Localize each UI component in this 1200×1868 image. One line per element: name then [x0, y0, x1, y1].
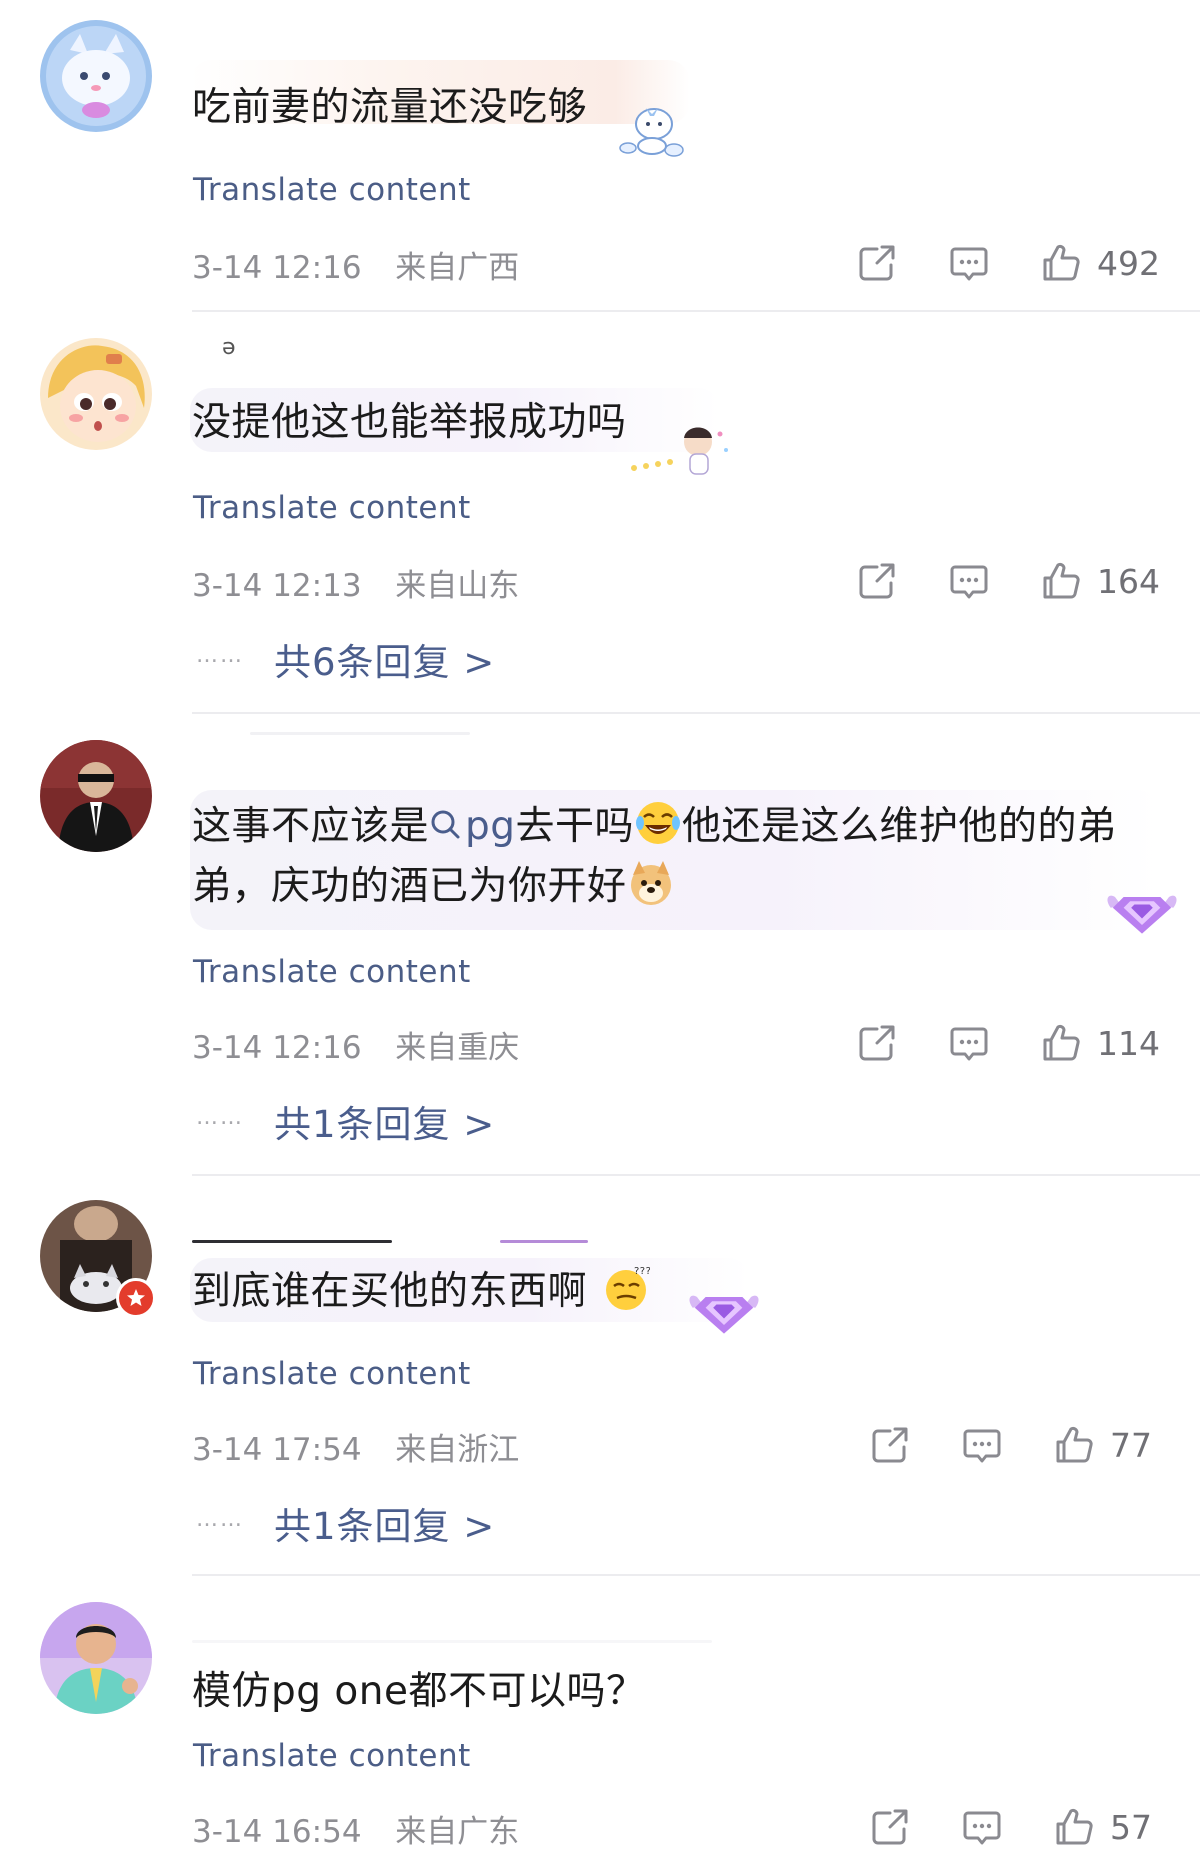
view-replies[interactable]: …… 共6条回复 > [196, 632, 495, 686]
man-photo-avatar-icon [40, 1602, 152, 1714]
comment-text: 模仿pg one都不可以吗？ [192, 1669, 646, 1714]
diamond-badge-icon [1104, 884, 1180, 938]
translate-link[interactable]: Translate content [193, 1738, 471, 1774]
svg-text:???: ??? [634, 1266, 650, 1277]
timestamp: 3-14 16:54 [192, 1814, 362, 1850]
divider [192, 1174, 1200, 1176]
timestamp: 3-14 12:16 [192, 1030, 362, 1066]
comment-meta: 3-14 12:13 来自山东 [192, 560, 519, 605]
like-count: 164 [1097, 561, 1160, 601]
like-count: 114 [1097, 1023, 1160, 1063]
username-faint [192, 1240, 392, 1243]
search-icon [431, 810, 460, 839]
cartoon-bunny-avatar-icon [40, 20, 152, 132]
comment-icon[interactable] [947, 559, 991, 603]
search-term-link[interactable]: pg [465, 804, 516, 849]
like-count: 57 [1110, 1807, 1152, 1847]
man-in-suit-avatar-icon [40, 740, 152, 852]
comment-icon[interactable] [960, 1805, 1004, 1849]
username-faint [500, 1240, 588, 1243]
comment-text: 这事不应该是 pg去干吗 他还是这么维护他的的弟弟，庆功的酒已为你开好 [192, 797, 1142, 917]
like-icon[interactable] [1052, 1805, 1096, 1849]
comment-text: 没提他这也能举报成功吗 [192, 400, 627, 445]
laughing-tears-emoji-icon [636, 802, 681, 844]
share-icon[interactable] [868, 1423, 912, 1467]
like-icon[interactable] [1052, 1423, 1096, 1467]
comment-meta: 3-14 12:16 来自广西 [192, 242, 519, 287]
reply-dots: …… [196, 1506, 244, 1532]
location: 来自广东 [395, 1814, 520, 1850]
comment-actions: 164 [807, 556, 1160, 606]
location: 来自广西 [395, 250, 520, 286]
like-icon[interactable] [1039, 1021, 1083, 1065]
translate-link[interactable]: Translate content [193, 490, 471, 526]
comment-text: 吃前妻的流量还没吃够 [192, 85, 588, 130]
username-faint [250, 732, 470, 735]
view-replies-link[interactable]: 共1条回复 > [274, 1094, 495, 1148]
comment-text: 到底谁在买他的东西啊 ??? [192, 1266, 650, 1314]
like-count: 492 [1097, 243, 1160, 283]
share-icon[interactable] [868, 1805, 912, 1849]
share-icon[interactable] [855, 1021, 899, 1065]
like-icon[interactable] [1039, 559, 1083, 603]
bubble-decoration-icon [610, 100, 690, 160]
comment-icon[interactable] [947, 1021, 991, 1065]
comment-actions: 492 [807, 238, 1160, 288]
thinking-emoji-icon: ??? [605, 1266, 650, 1310]
translate-link[interactable]: Translate content [193, 172, 471, 208]
timestamp: 3-14 12:16 [192, 250, 362, 286]
view-replies[interactable]: …… 共1条回复 > [196, 1094, 495, 1148]
doge-emoji-icon [630, 861, 671, 905]
view-replies[interactable]: …… 共1条回复 > [196, 1496, 495, 1550]
comment-actions: 57 [820, 1802, 1160, 1852]
reply-dots: …… [196, 642, 244, 668]
timestamp: 3-14 17:54 [192, 1432, 362, 1468]
comment-meta: 3-14 17:54 来自浙江 [192, 1424, 519, 1469]
username-faint [192, 1640, 712, 1643]
comment-icon[interactable] [947, 241, 991, 285]
divider [192, 712, 1200, 714]
location: 来自山东 [395, 568, 520, 604]
cartoon-girl-avatar-icon [40, 338, 152, 450]
location: 来自浙江 [395, 1432, 520, 1468]
comment-actions: 77 [820, 1420, 1160, 1470]
avatar[interactable] [40, 338, 152, 450]
location: 来自重庆 [395, 1030, 520, 1066]
divider [192, 1574, 1200, 1576]
share-icon[interactable] [855, 241, 899, 285]
avatar[interactable] [40, 1602, 152, 1714]
diamond-badge-icon [686, 1284, 762, 1338]
verified-badge-icon [116, 1278, 156, 1318]
translate-link[interactable]: Translate content [193, 1356, 471, 1392]
avatar[interactable] [40, 740, 152, 852]
comment-icon[interactable] [960, 1423, 1004, 1467]
username-faint: ə [222, 335, 236, 360]
share-icon[interactable] [855, 559, 899, 603]
comment-meta: 3-14 16:54 来自广东 [192, 1806, 519, 1851]
reply-dots: …… [196, 1104, 244, 1130]
timestamp: 3-14 12:13 [192, 568, 362, 604]
like-icon[interactable] [1039, 241, 1083, 285]
comment-actions: 114 [807, 1018, 1160, 1068]
avatar[interactable] [40, 20, 152, 132]
view-replies-link[interactable]: 共1条回复 > [274, 1496, 495, 1550]
view-replies-link[interactable]: 共6条回复 > [274, 632, 495, 686]
comment-meta: 3-14 12:16 来自重庆 [192, 1022, 519, 1067]
like-count: 77 [1110, 1425, 1152, 1465]
divider [192, 310, 1200, 312]
bubble-decoration-icon [620, 420, 740, 480]
translate-link[interactable]: Translate content [193, 954, 471, 990]
